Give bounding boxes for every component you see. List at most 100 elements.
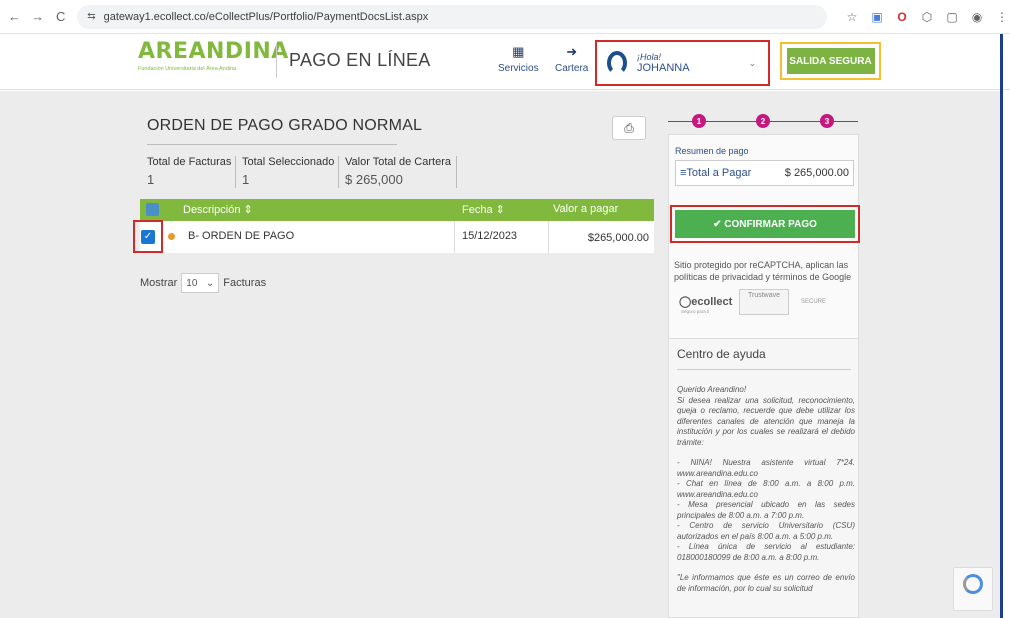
- help-paragraph: [677, 563, 855, 573]
- print-button[interactable]: ⎙: [612, 116, 646, 140]
- summary-label: Valor Total de Cartera: [345, 156, 451, 168]
- profile-icon[interactable]: ◉: [969, 9, 985, 25]
- sidebar-icon[interactable]: ▢: [944, 9, 960, 25]
- arrow-circle-icon: ➜: [566, 44, 578, 59]
- menu-icon[interactable]: ⋮: [994, 9, 1010, 25]
- extension-icon[interactable]: ▣: [869, 9, 885, 25]
- url-text[interactable]: gateway1.ecollect.co/eCollectPlus/Portfo…: [104, 11, 429, 23]
- chevron-down-icon: ⌄: [205, 277, 215, 289]
- pager-suffix: Facturas: [223, 277, 267, 289]
- row-date: 15/12/2023: [462, 230, 518, 242]
- payment-summary-label: Resumen de pago: [675, 146, 749, 156]
- total-value: $ 265,000.00: [784, 167, 849, 179]
- user-menu[interactable]: ¡Hola! JOHANNA ⌄: [595, 40, 770, 86]
- logo-subtitle: Fundación Universitaria del Área Andina: [138, 66, 237, 72]
- summary-label: Total Seleccionado: [242, 156, 335, 168]
- header-divider: [276, 44, 277, 78]
- address-bar[interactable]: ⇆ gateway1.ecollect.co/eCollectPlus/Port…: [77, 4, 828, 29]
- help-center-card: Centro de ayuda Querido Areandino! Si de…: [668, 338, 859, 618]
- nav-cartera[interactable]: ➜ Cartera: [555, 44, 588, 74]
- nav-cartera-label: Cartera: [555, 63, 589, 74]
- page-edge-bar: [1000, 34, 1003, 618]
- reload-icon[interactable]: C: [52, 8, 69, 26]
- pager-prefix: Mostrar: [140, 277, 178, 289]
- help-paragraph: Querido Areandino!: [677, 385, 747, 394]
- summary-valor-total: Valor Total de Cartera $ 265,000: [345, 156, 451, 187]
- user-greeting: ¡Hola!: [637, 52, 662, 62]
- total-label: ≡Total a Pagar: [680, 167, 752, 179]
- progress-steps: 1 2 3: [668, 114, 858, 130]
- table-header: Descripción ⇕ Fecha ⇕ Valor a pagar: [140, 199, 654, 221]
- row-amount: $265,000.00: [587, 232, 649, 244]
- summary-divider: [456, 156, 457, 188]
- ecollect-logo: ◯ecollect: [679, 296, 733, 308]
- grid-icon: ▦: [512, 44, 525, 59]
- recaptcha-notice: Sitio protegido por reCAPTCHA, aplican l…: [674, 260, 852, 282]
- user-texts: ¡Hola! JOHANNA: [637, 52, 690, 74]
- puzzle-extension-icon[interactable]: ⬡: [919, 9, 935, 25]
- trustwave-badge[interactable]: Trustwave: [739, 289, 789, 315]
- pager: Mostrar 10 ⌄ Facturas: [140, 273, 266, 293]
- forward-icon[interactable]: →: [29, 8, 46, 26]
- help-paragraph: - Mesa presencial ubicado en las sedes p…: [677, 500, 855, 520]
- summary-divider: [338, 156, 339, 188]
- areandina-logo[interactable]: AREANDINA Fundación Universitaria del Ár…: [138, 39, 289, 82]
- summary-value: 1: [147, 172, 155, 187]
- summary-total-seleccionado: Total Seleccionado 1: [242, 156, 334, 187]
- col-amount: Valor a pagar: [553, 203, 619, 215]
- help-title: Centro de ayuda: [677, 347, 766, 361]
- logout-highlight: SALIDA SEGURA: [780, 42, 881, 80]
- order-title: ORDEN DE PAGO GRADO NORMAL: [147, 117, 423, 134]
- chevron-down-icon: ⌄: [748, 58, 756, 68]
- help-body: Querido Areandino! Si desea realizar una…: [677, 385, 855, 594]
- help-divider: [677, 369, 851, 370]
- page-heading: PAGO EN LÍNEA: [289, 50, 431, 70]
- col-date[interactable]: Fecha ⇕: [462, 203, 505, 216]
- summary-divider: [235, 156, 236, 188]
- site-info-icon[interactable]: ⇆: [87, 11, 95, 22]
- help-paragraph: - Línea única de servicio al estudiante:…: [677, 542, 855, 562]
- confirm-payment-button[interactable]: ✔ CONFIRMAR PAGO: [675, 210, 855, 238]
- nav-servicios-label: Servicios: [498, 63, 539, 74]
- printer-icon: ⎙: [624, 120, 634, 135]
- column-divider: [454, 221, 455, 253]
- help-paragraph: - NINA! Nuestra asistente virtual 7*24. …: [677, 458, 855, 478]
- nav-servicios[interactable]: ▦ Servicios: [498, 44, 539, 74]
- column-divider: [548, 221, 549, 253]
- secure-badge: SECURE: [801, 299, 827, 305]
- title-underline: [147, 144, 397, 145]
- trust-badges: ◯ecollect Seguro para ti Trustwave SECUR…: [679, 289, 849, 319]
- page-size-value: 10: [186, 277, 198, 289]
- logo-text: AREANDINA: [138, 39, 289, 64]
- help-paragraph: - Centro de servicio Universitario (CSU)…: [677, 521, 855, 541]
- step-2: 2: [756, 114, 770, 128]
- total-box: ≡Total a Pagar $ 265,000.00: [675, 160, 854, 186]
- select-all-checkbox[interactable]: [146, 203, 159, 216]
- row-description: B- ORDEN DE PAGO: [188, 230, 295, 242]
- table-row: ✓ B- ORDEN DE PAGO 15/12/2023 $265,000.0…: [133, 220, 654, 253]
- page-size-select[interactable]: 10 ⌄: [181, 273, 220, 293]
- col-description[interactable]: Descripción ⇕: [183, 203, 253, 216]
- row-checkbox[interactable]: ✓: [141, 229, 155, 244]
- summary-value: 1: [242, 172, 250, 187]
- help-paragraph: [677, 448, 855, 458]
- confirm-highlight: ✔ CONFIRMAR PAGO: [670, 205, 860, 243]
- logout-button[interactable]: SALIDA SEGURA: [786, 48, 875, 74]
- trustwave-label: Trustwave: [747, 292, 781, 299]
- opera-extension-icon[interactable]: O: [894, 9, 910, 25]
- step-3: 3: [820, 114, 834, 128]
- help-paragraph: "Le informamos que éste es un correo de …: [677, 573, 855, 593]
- site-header: AREANDINA Fundación Universitaria del Ár…: [0, 34, 1010, 90]
- ecollect-tagline: Seguro para ti: [681, 309, 710, 314]
- extension-bar: ☆ ▣ O ⬡ ▢ ◉ ⋮: [835, 9, 1010, 25]
- browser-toolbar: ← → C ⇆ gateway1.ecollect.co/eCollectPlu…: [0, 0, 1010, 34]
- step-1: 1: [692, 114, 706, 128]
- bookmark-star-icon[interactable]: ☆: [844, 9, 860, 25]
- back-icon[interactable]: ←: [6, 8, 23, 26]
- recaptcha-badge[interactable]: [953, 567, 993, 611]
- help-paragraph: Si desea realizar una solicitud, reconoc…: [677, 395, 855, 447]
- summary-label: Total de Facturas: [147, 156, 232, 168]
- help-paragraph: - Chat en línea de 8:00 a.m. a 8:00 p.m.…: [677, 479, 855, 499]
- user-avatar-icon: [607, 51, 627, 75]
- summary-value: $ 265,000: [345, 172, 403, 187]
